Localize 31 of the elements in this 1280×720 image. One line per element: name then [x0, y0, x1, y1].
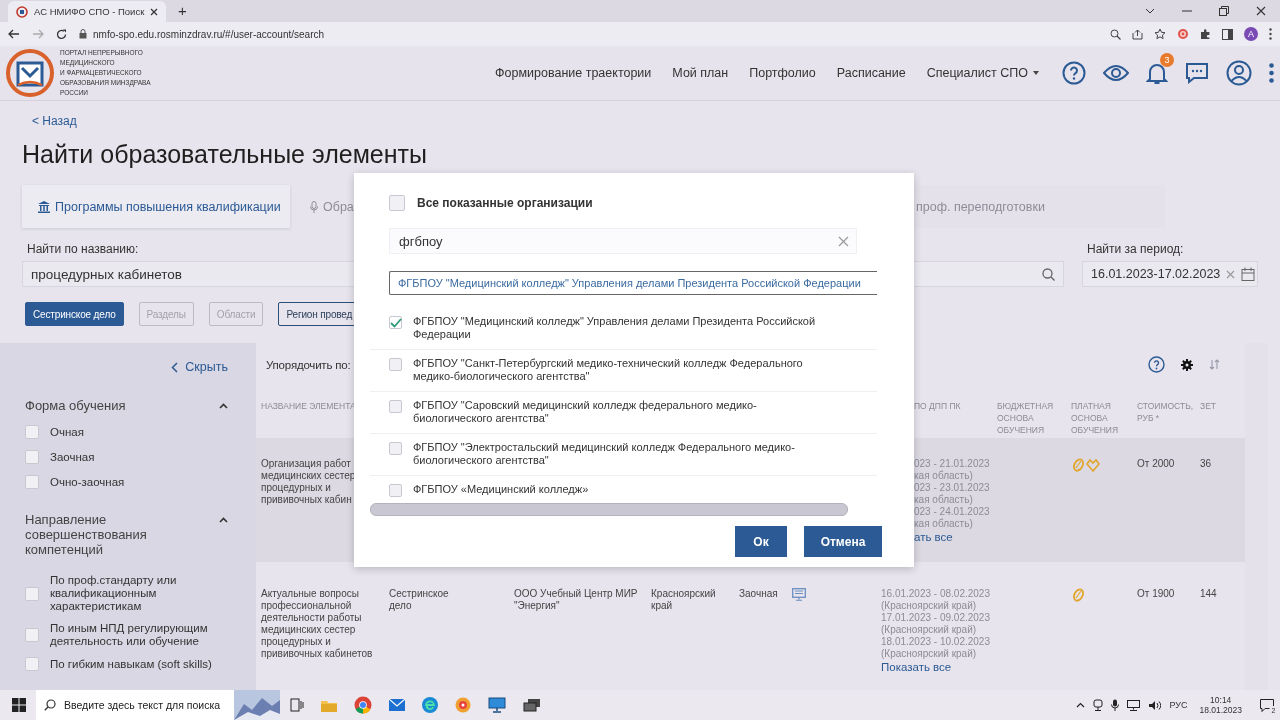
option-label: Очно-заочная	[50, 475, 126, 489]
option-label: ФГБПОУ "Санкт-Петербургский медико-технический колледж Федерального медико-биологического агентства"	[413, 357, 804, 383]
table-cell-text: 36	[1200, 458, 1213, 471]
table-cell-text: Красноярский край	[651, 588, 717, 613]
sort-label: Упорядочить по:	[266, 358, 351, 371]
table-cell-text: 16.01.2023 - 08.02.2023 (Красноярский край) 17.01.2023 - 09.02.2023 (Красноярский край) 18.01.2023 - 10.02.2023 (Красноярский край)	[881, 588, 991, 660]
option-label: ФГБПОУ "Медицинский колледж" Управления делами Президента Российской Федерации	[413, 315, 817, 341]
option-label: По проф.стандарту или квалификационным характеристикам	[50, 574, 178, 613]
option-label: По гибким навыкам (soft skills)	[50, 657, 213, 671]
option-label: ФГБПОУ "Саровский медицинский колледж федерального медико-биологического агентства"	[413, 399, 758, 425]
table-cell-text: 144	[1200, 588, 1218, 601]
section-title: Направление совершенствования компетенций	[25, 512, 148, 557]
notification-badge: 3	[1160, 53, 1174, 67]
table-cell-text: Актуальные вопросы профессиональной деятельности работы медицинских сестер процедурных и прививочных кабинетов	[261, 588, 374, 661]
option-label: ФГБПОУ "Электростальский медицинский колледж Федерального медико-биологического агентства"	[413, 441, 796, 467]
section-title: Форма обучения	[25, 398, 127, 413]
option-label: Очная	[50, 425, 85, 439]
option-label: ФГБПОУ «Медицинский колледж»	[413, 483, 590, 496]
tab-title: АС НМИФО СПО - Поиск	[34, 6, 144, 17]
field-label: Найти за период:	[1087, 242, 1184, 256]
table-cell-text: Заочная	[739, 588, 779, 600]
option-label: Все показанные организации	[417, 196, 593, 210]
page-title: Найти образовательные элементы	[22, 139, 428, 170]
table-cell-text: 023 - 21.01.2023 кая область) 023 - 23.01.2023 кая область) 023 - 24.01.2023 кая область)	[914, 458, 991, 530]
table-cell-text: От 1900	[1137, 588, 1176, 601]
table-cell-text: Сестринское дело	[389, 588, 450, 613]
field-label: Найти по названию:	[27, 242, 139, 256]
option-label: По иным НПД регулирующим деятельность или обучение	[50, 622, 209, 648]
table-cell-text: От 2000	[1137, 458, 1176, 471]
table-cell-text: ООО Учебный Центр МИР "Энергия"	[514, 588, 639, 613]
option-label: Заочная	[50, 450, 96, 464]
